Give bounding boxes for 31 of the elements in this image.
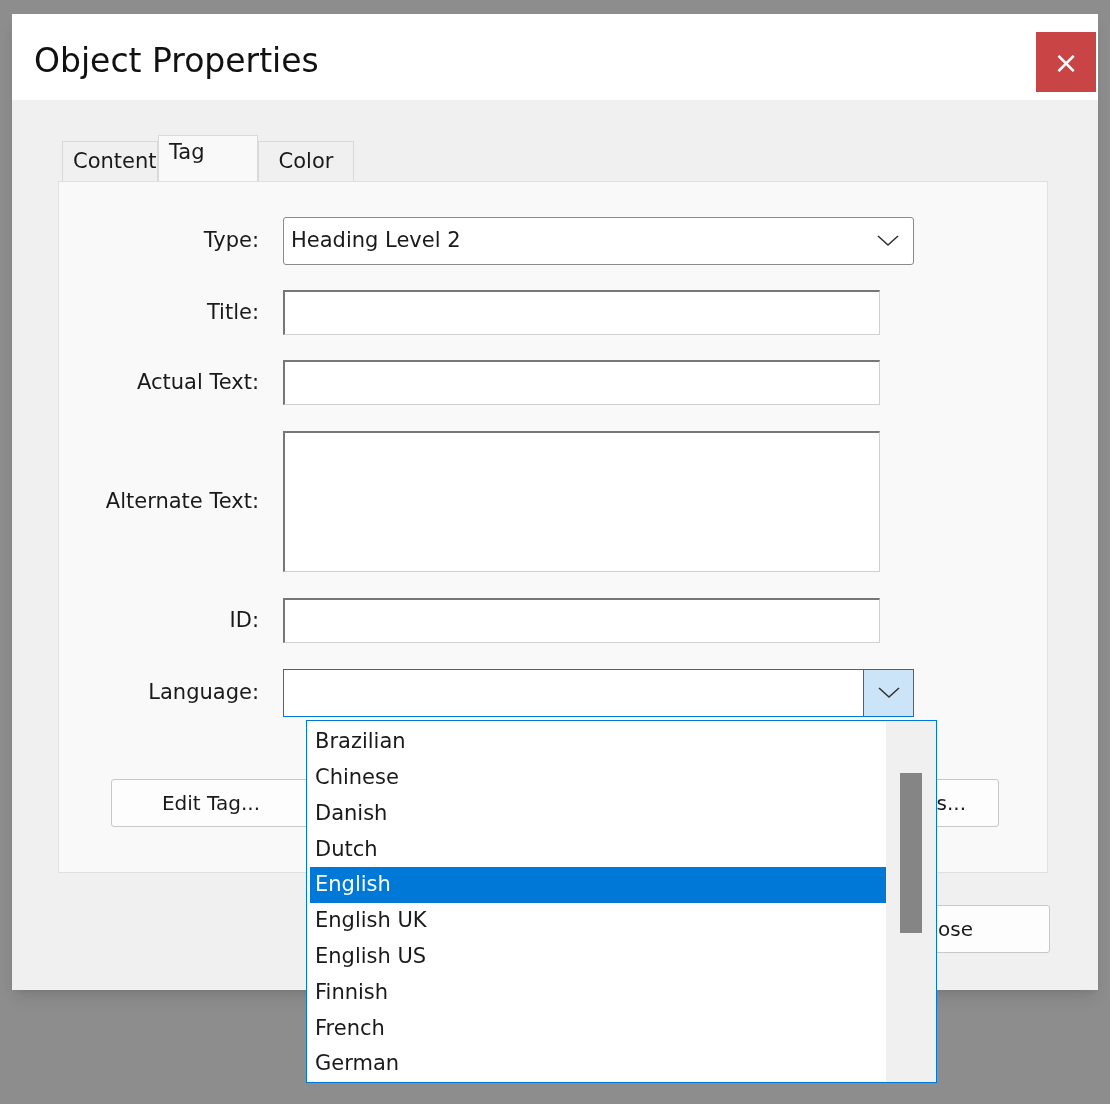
dropdown-option[interactable]: Dutch xyxy=(310,831,886,868)
text-field[interactable] xyxy=(283,598,880,643)
chevron-down-icon xyxy=(877,687,900,699)
tab[interactable]: Tag xyxy=(158,135,258,181)
field-label: Alternate Text: xyxy=(104,487,260,515)
chevron-down-icon xyxy=(877,235,899,247)
dropdown-option[interactable]: Brazilian xyxy=(310,724,886,760)
field-label: Type: xyxy=(202,227,260,255)
field-label: Actual Text: xyxy=(136,368,260,396)
text-field[interactable] xyxy=(283,290,880,335)
field-label: ID: xyxy=(228,606,260,634)
text-field[interactable] xyxy=(283,360,880,405)
dropdown-option[interactable]: French xyxy=(310,1010,886,1047)
field-label: Title: xyxy=(205,298,260,326)
scrollbar[interactable] xyxy=(886,721,936,1082)
dropdown-option[interactable]: Chinese xyxy=(310,759,886,796)
scrollbar-thumb[interactable] xyxy=(900,773,922,933)
dropdown-option[interactable]: English UK xyxy=(310,903,886,939)
tab[interactable]: Color xyxy=(258,141,354,181)
dropdown-field[interactable]: Heading Level 2 xyxy=(283,217,914,265)
close-button[interactable]: × xyxy=(1036,32,1096,92)
field-label: Language: xyxy=(147,679,260,707)
dropdown-field[interactable] xyxy=(283,669,914,717)
dropdown-option[interactable]: German xyxy=(310,1046,886,1082)
dropdown-option[interactable]: English US xyxy=(310,938,886,975)
tab[interactable]: Content xyxy=(62,141,158,181)
dropdown-option[interactable]: Danish xyxy=(310,795,886,832)
dropdown-value: Heading Level 2 xyxy=(291,227,461,255)
window-title: Object Properties xyxy=(34,40,319,82)
dropdown-option[interactable]: Finnish xyxy=(310,974,886,1011)
dropdown-option[interactable]: English xyxy=(310,867,886,903)
